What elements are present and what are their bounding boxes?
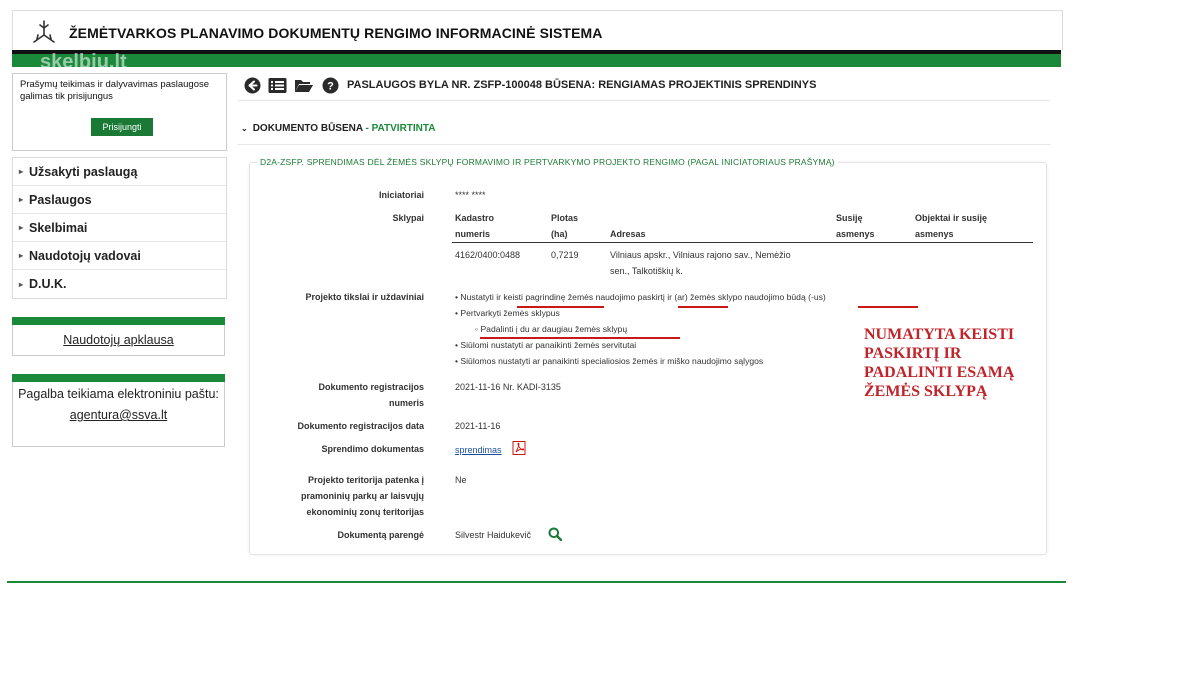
login-box: Prašymų teikimas ir dalyvavimas paslaugo… bbox=[12, 73, 227, 151]
login-note: Prašymų teikimas ir dalyvavimas paslaugo… bbox=[20, 79, 210, 102]
document-state-separator: - bbox=[362, 123, 372, 134]
help-text: Pagalba teikiama elektroniniu paštu: bbox=[18, 387, 219, 401]
document-state-label: DOKUMENTO BŪSENA bbox=[252, 123, 363, 134]
table-cell-area: 0,7219 bbox=[551, 250, 579, 260]
sidebar-menu: ▸ Užsakyti paslaugą ▸ Paslaugos ▸ Skelbi… bbox=[12, 157, 227, 299]
list-item: • Siūlomos nustatyti ar panaikinti speci… bbox=[455, 356, 764, 366]
caret-right-icon: ▸ bbox=[19, 223, 24, 232]
caret-right-icon: ▸ bbox=[19, 167, 24, 176]
table-header-rule bbox=[452, 242, 1033, 243]
sidebar-item-services[interactable]: ▸ Paslaugos bbox=[13, 186, 226, 214]
annotation-underline bbox=[480, 337, 680, 339]
caret-right-icon: ▸ bbox=[19, 279, 24, 289]
folder-open-icon[interactable] bbox=[294, 77, 314, 94]
initiator-label: Iniciatoriai bbox=[378, 190, 424, 200]
initiator-value: **** **** bbox=[455, 190, 486, 200]
search-icon[interactable] bbox=[548, 527, 562, 541]
sidebar-item-user-guides[interactable]: ▸ Naudotojų vadovai bbox=[13, 242, 226, 270]
reg-date-value: 2021-11-16 bbox=[455, 421, 501, 431]
document-state-value: PATVIRTINTA bbox=[371, 123, 436, 134]
reg-date-label: Dokumento registracijos data bbox=[297, 421, 424, 431]
list-icon[interactable] bbox=[268, 77, 287, 94]
decision-doc-link[interactable]: sprendimas bbox=[455, 445, 502, 455]
decision-doc-cell: sprendimas bbox=[455, 442, 502, 458]
watermark: skelbiu.lt bbox=[40, 51, 127, 73]
sidebar-item-label: Skelbimai bbox=[29, 220, 88, 235]
table-cell-cadastre: 4162/0400:0488 bbox=[455, 250, 521, 260]
annotation-text: NUMATYTA KEISTI PASKIRTĮ IR PADALINTI ES… bbox=[864, 326, 1015, 400]
annotation-underline bbox=[858, 306, 918, 308]
state-divider bbox=[238, 144, 1050, 145]
th-cadastre: Kadastro numeris bbox=[455, 213, 495, 239]
decision-doc-label: Sprendimo dokumentas bbox=[321, 444, 424, 454]
goals-label: Projekto tikslai ir uždaviniai bbox=[305, 292, 424, 302]
th-objects: Objektai ir susiję asmenys bbox=[915, 213, 988, 239]
survey-link[interactable]: Naudotojų apklausa bbox=[63, 333, 174, 347]
document-state-toggle[interactable]: ⌄ DOKUMENTO BŪSENA - PATVIRTINTA bbox=[241, 123, 436, 134]
sidebar-item-label: Užsakyti paslaugą bbox=[29, 164, 138, 179]
chevron-down-icon: ⌄ bbox=[241, 124, 248, 133]
annotation-underline bbox=[678, 306, 728, 308]
help-green-bar bbox=[12, 374, 225, 382]
svg-text:?: ? bbox=[327, 81, 334, 93]
login-button[interactable]: Prisijungti bbox=[91, 118, 153, 136]
survey-box: Naudotojų apklausa bbox=[12, 325, 225, 356]
snowflake-logo-icon bbox=[33, 20, 55, 43]
sidebar-item-order-service[interactable]: ▸ Užsakyti paslaugą bbox=[13, 158, 226, 186]
list-item: ◦ Padalinti į du ar daugiau žemės sklypų bbox=[475, 324, 628, 334]
reg-number-value: 2021-11-16 Nr. KADI-3135 bbox=[455, 382, 561, 392]
th-area: Plotas (ha) bbox=[551, 213, 579, 239]
list-item: • Nustatyti ir keisti pagrindinę žemės n… bbox=[455, 292, 826, 302]
header-green-band bbox=[12, 54, 1061, 67]
prepared-by-label: Dokumentą parengė bbox=[337, 530, 424, 540]
app-title: ŽEMĖTVARKOS PLANAVIMO DOKUMENTŲ RENGIMO … bbox=[69, 25, 603, 41]
survey-green-bar bbox=[12, 317, 225, 325]
help-icon[interactable]: ? bbox=[322, 77, 339, 94]
prepared-by-value: Silvestr Haidukevič bbox=[455, 530, 532, 540]
sidebar-item-label: Paslaugos bbox=[29, 192, 92, 207]
sidebar-item-announcements[interactable]: ▸ Skelbimai bbox=[13, 214, 226, 242]
caret-right-icon: ▸ bbox=[19, 251, 24, 260]
annotation-underline bbox=[517, 306, 604, 308]
industrial-zone-label: Projekto teritorija patenka į pramoninių … bbox=[300, 475, 424, 517]
pdf-icon[interactable] bbox=[512, 441, 526, 455]
back-arrow-icon[interactable] bbox=[244, 77, 261, 94]
app-header: ŽEMĖTVARKOS PLANAVIMO DOKUMENTŲ RENGIMO … bbox=[12, 10, 1063, 51]
help-box: Pagalba teikiama elektroniniu paštu: age… bbox=[12, 382, 225, 447]
th-address: Adresas bbox=[610, 229, 646, 239]
list-item: • Pertvarkyti žemės sklypus bbox=[455, 308, 560, 318]
panel-title: D2A-ZSFP. SPRENDIMAS DĖL ŽEMĖS SKLYPŲ FO… bbox=[257, 157, 838, 167]
sidebar-item-label: D.U.K. bbox=[29, 277, 67, 291]
sidebar-item-label: Naudotojų vadovai bbox=[29, 248, 141, 263]
case-title: PASLAUGOS BYLA NR. ZSFP-100048 BŪSENA: R… bbox=[347, 79, 817, 91]
list-item: • Siūlomi nustatyti ar panaikinti žemės … bbox=[455, 340, 637, 350]
footer-divider bbox=[7, 581, 1066, 583]
goals-list: • Nustatyti ir keisti pagrindinę žemės n… bbox=[455, 289, 826, 369]
th-related: Susiję asmenys bbox=[836, 213, 875, 239]
caret-right-icon: ▸ bbox=[19, 195, 24, 204]
industrial-zone-value: Ne bbox=[455, 475, 467, 485]
reg-number-label: Dokumento registracijos numeris bbox=[318, 382, 424, 408]
toolbar-divider bbox=[238, 100, 1050, 101]
plots-label: Sklypai bbox=[392, 213, 424, 223]
sidebar-item-faq[interactable]: ▸ D.U.K. bbox=[13, 270, 226, 298]
help-email-link[interactable]: agentura@ssva.lt bbox=[13, 408, 224, 422]
table-cell-address: Vilniaus apskr., Vilniaus rajono sav., N… bbox=[610, 250, 791, 276]
